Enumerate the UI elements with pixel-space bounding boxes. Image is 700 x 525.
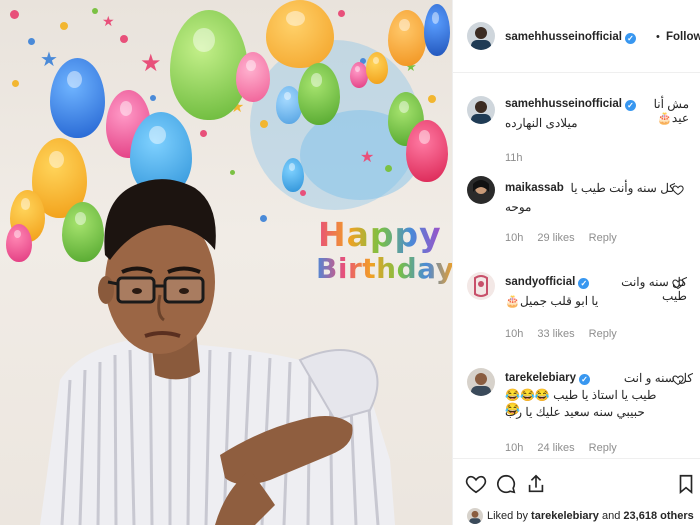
liked-by-user[interactable]: tarekelebiary [531, 510, 599, 522]
post-header: samehhusseinofficial✓ • Following [453, 0, 700, 73]
reply-button[interactable]: Reply [589, 442, 617, 454]
caption-line-2: ميلادى النهارده [505, 116, 578, 130]
verified-badge-icon: ✓ [578, 374, 590, 385]
post-image[interactable]: ★ ★ ★ ★ ★ ★ Happy Birthday [0, 0, 452, 525]
commenter-avatar[interactable] [467, 272, 495, 300]
commenter-avatar[interactable] [467, 368, 495, 396]
verified-badge-icon: ✓ [624, 100, 636, 111]
author-avatar[interactable] [467, 22, 495, 50]
author-username-text[interactable]: samehhusseinofficial [505, 31, 622, 43]
comment-likes[interactable]: 24 likes [537, 442, 574, 454]
comment-time: 10h [505, 328, 524, 340]
caption-username-text[interactable]: samehhusseinofficial [505, 98, 622, 110]
comment-likes[interactable]: 29 likes [537, 232, 574, 244]
comment-icon[interactable] [495, 473, 517, 495]
reply-button[interactable]: Reply [589, 232, 617, 244]
heart-icon[interactable] [672, 184, 684, 196]
comment-username-text[interactable]: sandyofficial [505, 276, 575, 288]
comment-username-text[interactable]: tarekelebiary [505, 372, 576, 384]
comment-meta: 10h 24 likes Reply [505, 442, 631, 454]
author-avatar-small[interactable] [467, 96, 495, 124]
heart-icon[interactable] [672, 374, 684, 386]
caption-username[interactable]: samehhusseinofficial ✓ [505, 98, 636, 111]
caption-row: samehhusseinofficial ✓ مش أنا عيد🎂 ميلادى… [453, 88, 700, 168]
comment-line-3: حبيبي سنه سعيد عليك يا رب [505, 405, 645, 419]
comment-username[interactable]: tarekelebiary ✓ [505, 372, 590, 385]
comment-username[interactable]: maikassab [505, 182, 564, 194]
following-button[interactable]: Following [666, 31, 700, 43]
comment-row: sandyofficial ✓ كل سنه وانت طيب يا ابو قل… [453, 266, 700, 344]
comment-username[interactable]: sandyofficial ✓ [505, 276, 590, 289]
reply-button[interactable]: Reply [589, 328, 617, 340]
liked-by-row: Liked by tarekelebiary and 23,618 others [453, 506, 700, 525]
comment-line-2: موحه [505, 200, 532, 214]
comment-row: maikassab كل سنه وأنت طيب يا موحه 10h 29 … [453, 172, 700, 248]
bookmark-icon[interactable] [675, 473, 697, 495]
comment-likes[interactable]: 33 likes [537, 328, 574, 340]
comment-line-1: كل سنه وأنت طيب يا [570, 181, 675, 195]
liked-by-others[interactable]: 23,618 others [623, 510, 693, 522]
author-username[interactable]: samehhusseinofficial ✓ [505, 31, 636, 44]
person-photo [40, 179, 395, 525]
share-icon[interactable] [525, 473, 547, 495]
separator-dot: • [656, 31, 660, 43]
heart-icon[interactable] [672, 278, 684, 290]
comment-line-2: يا ابو قلب جميل🎂 [505, 294, 599, 308]
comment-meta: 10h 33 likes Reply [505, 328, 631, 340]
caption-line-1: مش أنا عيد🎂 [653, 97, 689, 125]
verified-badge-icon: ✓ [578, 278, 590, 289]
comment-time: 10h [505, 442, 524, 454]
verified-badge-icon: ✓ [624, 33, 636, 44]
post-side-panel: samehhusseinofficial✓ • Following samehh… [452, 0, 700, 525]
caption-time: 11h [505, 152, 523, 164]
liker-avatar[interactable] [467, 508, 483, 524]
liked-by-middle: and [602, 510, 621, 522]
liked-by-prefix: Liked by [487, 510, 528, 522]
heart-icon[interactable] [465, 473, 487, 495]
commenter-avatar[interactable] [467, 176, 495, 204]
comment-row: tarekelebiary ✓ كل سنه و انت طيب يا استاذ… [453, 362, 700, 458]
liked-by-text: Liked by tarekelebiary and 23,618 others [487, 510, 694, 522]
action-bar [453, 458, 700, 508]
comment-meta: 10h 29 likes Reply [505, 232, 631, 244]
comment-time: 10h [505, 232, 524, 244]
